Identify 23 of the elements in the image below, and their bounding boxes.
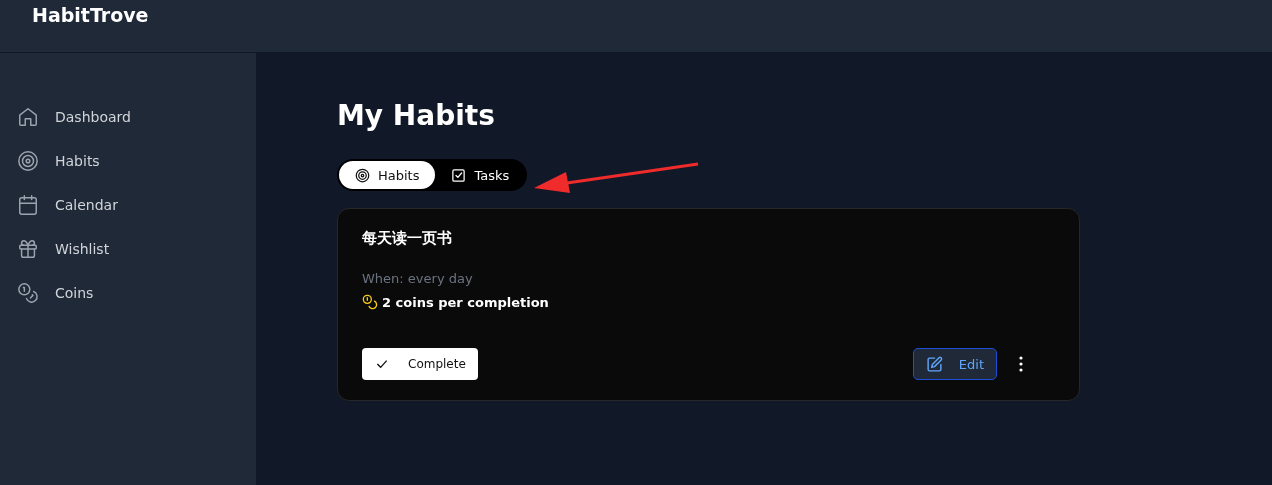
habit-name: 每天读一页书 — [362, 229, 453, 249]
edit-button[interactable]: Edit — [912, 348, 997, 380]
sidebar-item[interactable]: Dashboard — [0, 97, 256, 137]
checkbox-icon — [451, 167, 467, 183]
coins-icon — [362, 294, 378, 310]
coin-reward: 2 coins per completion — [382, 294, 549, 310]
sidebar-item[interactable]: Wishlist — [0, 229, 256, 269]
page-title: My Habits — [337, 99, 496, 134]
target-icon — [17, 150, 39, 172]
calendar-icon — [17, 194, 39, 216]
sidebar-item[interactable]: Calendar — [0, 185, 256, 225]
gift-icon — [17, 238, 39, 260]
coins-icon — [17, 282, 39, 304]
complete-button[interactable]: Complete — [362, 348, 478, 380]
tab[interactable]: Habits — [339, 161, 436, 189]
app-logo: HabitTrove — [32, 4, 149, 26]
sidebar-item[interactable]: Coins — [0, 273, 256, 313]
target-icon — [355, 167, 370, 183]
edit-icon — [925, 355, 943, 373]
tab[interactable]: Tasks — [435, 161, 526, 189]
sidebar-item[interactable]: Habits — [0, 141, 256, 181]
habit-frequency: When: every day — [362, 271, 474, 286]
home-icon — [17, 106, 39, 128]
